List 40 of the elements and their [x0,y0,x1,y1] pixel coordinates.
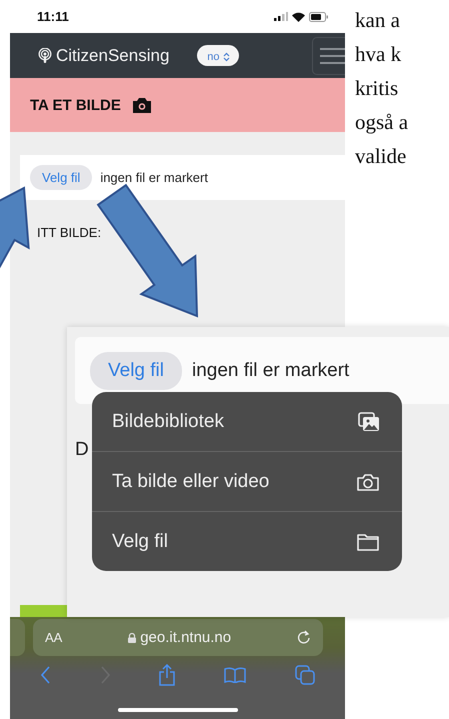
folder-icon [356,532,380,552]
document-text-line: også a [355,109,408,136]
camera-icon [132,98,151,112]
footer-strip [20,605,67,617]
menu-item[interactable]: Bildebibliotek [92,392,402,451]
file-status: ingen fil er markert [192,360,350,382]
podcast-icon [38,48,52,64]
battery-icon [309,12,329,22]
choose-file-button[interactable]: Velg fil [90,352,182,390]
share-icon[interactable] [158,664,174,686]
text-size-button[interactable]: AA [45,630,62,645]
menu-item[interactable]: Velg fil [92,511,402,571]
book-icon[interactable] [224,667,246,683]
section-label: D [75,439,89,461]
page-title: TA ET BILDE [30,96,121,114]
url-text: geo.it.ntnu.no [140,629,232,646]
address-bar[interactable]: AA geo.it.ntnu.no [33,619,323,656]
status-time: 11:11 [37,9,69,24]
section-label: ITT BILDE: [37,225,102,240]
photos-icon [358,412,380,432]
menu-item[interactable]: Ta bilde eller video [92,451,402,511]
language-select[interactable]: no [197,45,240,66]
document-text-line: kan a [355,7,401,34]
chevron-icon [222,52,230,62]
document-text-line: hva k [355,41,402,68]
file-status: ingen fil er markert [100,170,208,185]
choose-file-button[interactable]: Velg fil [30,165,92,190]
document-text-line: kritis [355,75,400,102]
brand-name[interactable]: CitizenSensing [56,46,170,66]
reload-icon[interactable] [296,630,311,645]
browser-tab[interactable] [10,619,25,656]
document-text-line: valide [355,143,408,170]
wifi-icon [292,12,305,22]
tabs-icon[interactable] [294,665,314,685]
signal-icon [274,12,288,21]
menu-icon [320,46,345,64]
back-icon[interactable] [40,666,50,684]
lock-icon [128,632,136,642]
camera-icon [356,472,380,492]
menu-button[interactable] [312,36,345,74]
